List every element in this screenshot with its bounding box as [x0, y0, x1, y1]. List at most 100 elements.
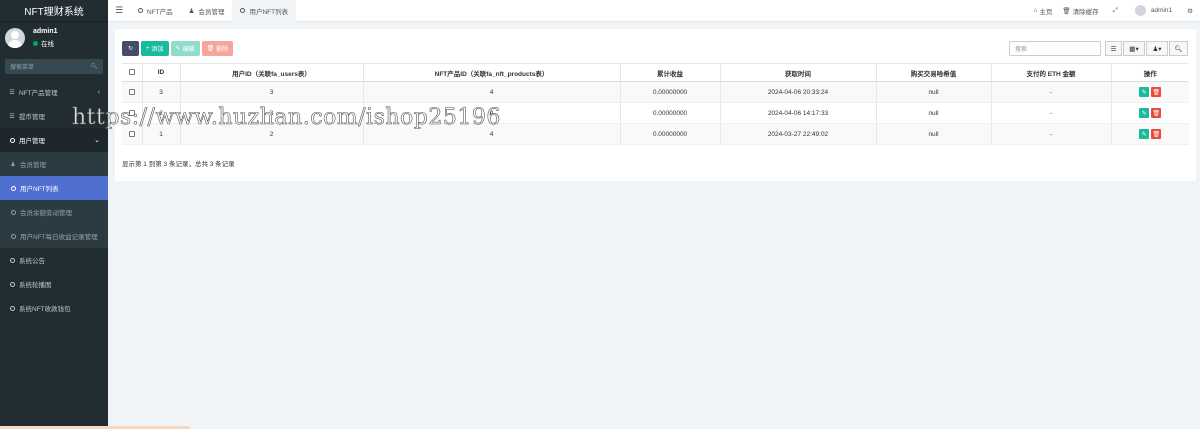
- sidebar: NFT理财系统 admin1 在线 搜索菜单 🔍︎ ☰ NFT产品管理 ‹ ☰ …: [0, 0, 108, 429]
- sidebar-item-label: 用户NFT列表: [20, 186, 59, 193]
- user-panel: admin1 在线: [0, 22, 108, 54]
- cell-eth: -: [991, 123, 1112, 145]
- grid-icon: ▦▾: [1129, 45, 1139, 53]
- cell-id: 3: [142, 81, 181, 103]
- trash-icon: 🗑︎: [1062, 7, 1071, 15]
- sidebar-item-label: NFT产品管理: [19, 90, 58, 97]
- sidebar-item-wallet[interactable]: 系统NFT收款钱包: [0, 296, 108, 320]
- user-icon: ♟: [188, 7, 195, 15]
- circle-icon: [9, 233, 17, 239]
- column-header[interactable]: 购买交易哈希值: [876, 63, 992, 82]
- sidebar-item-nft-products[interactable]: ☰ NFT产品管理 ‹: [0, 80, 108, 104]
- sidebar-item-label: 系统轮播图: [19, 282, 52, 289]
- column-header[interactable]: 用户ID（关联fa_users表）: [180, 63, 364, 82]
- sidebar-item-user-nft-list[interactable]: 用户NFT列表: [0, 176, 108, 200]
- pagination-info: 显示第 1 到第 3 条记录，总共 3 条记录: [122, 161, 235, 168]
- circle-icon: [8, 281, 16, 287]
- delete-row-icon[interactable]: 🗑︎: [1151, 108, 1162, 118]
- top-navbar: ☰ NFT产品 ♟ 会员管理 用户NFT列表 ⌂ 主页 🗑︎ 清除缓存 ⤢ ad…: [108, 0, 1200, 22]
- add-button[interactable]: + 添加: [141, 41, 169, 56]
- select-all-checkbox[interactable]: [122, 63, 143, 82]
- cell-actions: ✎ 🗑︎: [1111, 123, 1189, 145]
- toggle-view-button[interactable]: ☰: [1105, 41, 1122, 56]
- advanced-search-button[interactable]: 🔍︎: [1169, 41, 1188, 56]
- tab-nft-products[interactable]: NFT产品: [130, 0, 181, 22]
- circle-icon: [138, 8, 143, 13]
- tab-label: NFT产品: [147, 8, 173, 16]
- table-search-placeholder: 搜索: [1015, 47, 1028, 53]
- add-label: 添加: [151, 47, 164, 53]
- sidebar-item-label: 系统NFT收款钱包: [19, 306, 71, 313]
- fullscreen-icon[interactable]: ⤢: [1104, 7, 1127, 15]
- edit-label: 编辑: [182, 47, 195, 53]
- list-icon: ☰: [1110, 45, 1117, 53]
- edit-row-icon[interactable]: ✎: [1139, 108, 1150, 118]
- chevron-left-icon: ‹: [97, 88, 100, 96]
- tab-user-nft-list[interactable]: 用户NFT列表: [232, 0, 297, 22]
- cell-product-id: 4: [363, 81, 621, 103]
- cell-hash: null: [876, 81, 992, 103]
- user-avatar: [5, 28, 25, 48]
- sidebar-item-label: 会员余额变动管理: [20, 210, 72, 217]
- cell-actions: ✎ 🗑︎: [1111, 102, 1189, 124]
- search-icon[interactable]: 🔍︎: [90, 63, 98, 70]
- circle-icon: [240, 8, 246, 13]
- home-icon: ⌂: [1033, 7, 1038, 14]
- sidebar-item-users[interactable]: 用户管理 ⌄: [0, 128, 108, 152]
- column-header[interactable]: ID: [142, 63, 181, 82]
- delete-button[interactable]: 🗑︎ 删除: [201, 41, 234, 56]
- sidebar-item-announcements[interactable]: 系统公告: [0, 248, 108, 272]
- sidebar-item-members[interactable]: ♟ 会员管理: [0, 152, 108, 176]
- home-link[interactable]: ⌂ 主页: [1028, 6, 1057, 16]
- list-icon: ☰: [9, 89, 15, 96]
- circle-icon: [8, 257, 16, 263]
- tab-label: 用户NFT列表: [249, 8, 289, 16]
- circle-icon: [9, 209, 17, 215]
- settings-icon[interactable]: ⚙: [1180, 7, 1200, 15]
- table-row[interactable]: 3 3 4 0.00000000 2024-04-06 20:33:24 nul…: [122, 81, 1189, 103]
- column-header[interactable]: NFT产品ID（关联fa_nft_products表）: [363, 63, 621, 82]
- sidebar-item-daily-earnings[interactable]: 用户NFT每日收益记录管理: [0, 224, 108, 248]
- row-checkbox[interactable]: [122, 81, 143, 103]
- trash-icon: 🗑︎: [206, 46, 215, 52]
- column-header[interactable]: 支付的 ETH 金额: [991, 63, 1112, 82]
- clear-cache-button[interactable]: 🗑︎ 清除缓存: [1057, 6, 1103, 16]
- refresh-button[interactable]: ↻: [122, 41, 139, 56]
- cell-hash: null: [876, 123, 992, 145]
- tab-members[interactable]: ♟ 会员管理: [181, 0, 233, 22]
- columns-dropdown[interactable]: ▦▾: [1123, 41, 1145, 56]
- column-header[interactable]: 获取时间: [720, 63, 877, 82]
- column-header[interactable]: 累计收益: [620, 63, 721, 82]
- cell-time: 2024-03-27 22:49:02: [720, 123, 877, 145]
- list-icon: ☰: [9, 113, 15, 120]
- table-header-row: ID 用户ID（关联fa_users表） NFT产品ID（关联fa_nft_pr…: [122, 63, 1189, 82]
- edit-button[interactable]: ✎ 编辑: [170, 41, 200, 56]
- sidebar-search-input[interactable]: 搜索菜单 🔍︎: [5, 59, 103, 74]
- delete-label: 删除: [216, 47, 229, 53]
- sidebar-item-label: 提币管理: [19, 114, 45, 121]
- sidebar-item-carousel[interactable]: 系统轮播图: [0, 272, 108, 296]
- edit-row-icon[interactable]: ✎: [1139, 129, 1150, 139]
- sidebar-submenu-users: ♟ 会员管理 用户NFT列表 会员余额变动管理 用户NFT每日收益记录管理: [0, 152, 108, 248]
- edit-row-icon[interactable]: ✎: [1139, 87, 1150, 97]
- table-search-input[interactable]: 搜索: [1009, 41, 1101, 56]
- export-dropdown[interactable]: ♟▾: [1146, 41, 1168, 56]
- user-name: admin1: [33, 28, 58, 35]
- circle-icon: [8, 305, 16, 311]
- cell-time: 2024-04-06 20:33:24: [720, 81, 877, 103]
- app-logo[interactable]: NFT理财系统: [0, 0, 108, 22]
- chevron-down-icon: ⌄: [94, 137, 100, 144]
- online-dot-icon: [33, 40, 38, 46]
- clear-cache-label: 清除缓存: [1072, 8, 1099, 16]
- user-icon: ♟: [10, 161, 16, 168]
- cell-earnings: 0.00000000: [620, 81, 721, 103]
- watermark-text: https://www.huzhan.com/ishop25196: [72, 105, 501, 131]
- user-menu[interactable]: admin1: [1127, 5, 1180, 16]
- sidebar-item-balance-changes[interactable]: 会员余额变动管理: [0, 200, 108, 224]
- sidebar-search-placeholder: 搜索菜单: [10, 65, 35, 71]
- delete-row-icon[interactable]: 🗑︎: [1151, 129, 1162, 139]
- tab-label: 会员管理: [198, 8, 225, 16]
- cell-earnings: 0.00000000: [620, 123, 721, 145]
- delete-row-icon[interactable]: 🗑︎: [1151, 87, 1162, 97]
- menu-toggle-icon[interactable]: ☰: [108, 5, 130, 16]
